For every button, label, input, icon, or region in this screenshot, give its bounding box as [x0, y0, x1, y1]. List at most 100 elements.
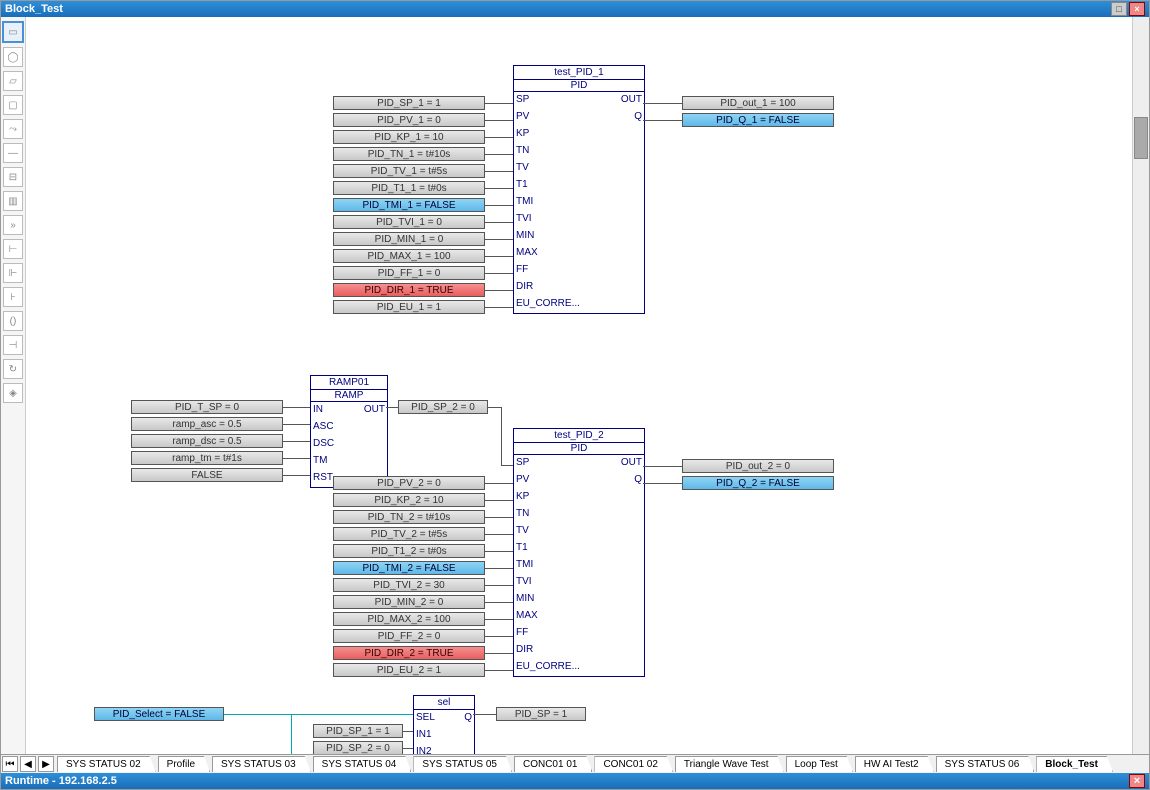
body: ▭ ◯ ▱ ▢ ⤳ — ⊟ ▥ » ⊢ ⊩ ⊦ () ⊣ ↻ ◈ test_PI…: [1, 17, 1149, 754]
value-box[interactable]: FALSE: [131, 468, 283, 482]
tab-sys status 02[interactable]: SYS STATUS 02: [57, 756, 156, 772]
tab-hw ai test2[interactable]: HW AI Test2: [855, 756, 934, 772]
function-block-sel1[interactable]: sel SEL IN1 IN2 Q: [413, 695, 475, 754]
tab-triangle wave test[interactable]: Triangle Wave Test: [675, 756, 784, 772]
wire: [386, 407, 398, 408]
value-box[interactable]: PID_T1_1 = t#0s: [333, 181, 485, 195]
value-box[interactable]: PID_T1_2 = t#0s: [333, 544, 485, 558]
wire: [485, 534, 513, 535]
value-box[interactable]: PID_KP_1 = 10: [333, 130, 485, 144]
wire: [485, 120, 513, 121]
value-box[interactable]: PID_DIR_1 = TRUE: [333, 283, 485, 297]
tab-sys status 06[interactable]: SYS STATUS 06: [936, 756, 1035, 772]
wire: [485, 222, 513, 223]
value-box[interactable]: PID_TVI_2 = 30: [333, 578, 485, 592]
pin-sp: SP: [516, 94, 529, 105]
close-button[interactable]: ×: [1129, 2, 1145, 16]
status-close-button[interactable]: ×: [1129, 774, 1145, 788]
value-box[interactable]: PID_MIN_1 = 0: [333, 232, 485, 246]
line-tool-icon[interactable]: —: [3, 143, 23, 163]
shape2-tool-icon[interactable]: ▢: [3, 95, 23, 115]
value-box[interactable]: PID_TVI_1 = 0: [333, 215, 485, 229]
value-box[interactable]: PID_EU_1 = 1: [333, 300, 485, 314]
value-box[interactable]: PID_TV_2 = t#5s: [333, 527, 485, 541]
vertical-scrollbar[interactable]: [1132, 17, 1149, 754]
value-box[interactable]: ramp_dsc = 0.5: [131, 434, 283, 448]
value-box[interactable]: ramp_asc = 0.5: [131, 417, 283, 431]
vbranch-tool-icon[interactable]: ⊦: [3, 287, 23, 307]
value-box[interactable]: PID_TMI_1 = FALSE: [333, 198, 485, 212]
value-box[interactable]: PID_TMI_2 = FALSE: [333, 561, 485, 575]
pin-in1: IN1: [416, 729, 432, 740]
value-box[interactable]: PID_out_2 = 0: [682, 459, 834, 473]
pin-in2: IN2: [416, 746, 432, 754]
block-name: RAMP01: [311, 376, 387, 390]
tab-profile[interactable]: Profile: [158, 756, 210, 772]
vmid-tool-icon[interactable]: ⊩: [3, 263, 23, 283]
pin-in: IN: [313, 404, 323, 415]
value-box[interactable]: PID_MAX_2 = 100: [333, 612, 485, 626]
pin-dir: DIR: [516, 281, 533, 292]
tab-nav-prev-icon[interactable]: ◀: [20, 756, 36, 772]
value-box[interactable]: PID_TN_1 = t#10s: [333, 147, 485, 161]
tab-loop test[interactable]: Loop Test: [786, 756, 853, 772]
paren-tool-icon[interactable]: (): [3, 311, 23, 331]
node-tool-icon[interactable]: ◈: [3, 383, 23, 403]
tab-nav-first-icon[interactable]: ⏮: [2, 756, 18, 772]
tab-sys status 05[interactable]: SYS STATUS 05: [413, 756, 512, 772]
value-box[interactable]: PID_Q_2 = FALSE: [682, 476, 834, 490]
function-block-ramp[interactable]: RAMP01 RAMP IN ASC DSC TM RST OUT: [310, 375, 388, 488]
pin-tm: TM: [313, 455, 327, 466]
value-box[interactable]: PID_MIN_2 = 0: [333, 595, 485, 609]
vstart-tool-icon[interactable]: ⊢: [3, 239, 23, 259]
hline-tool-icon[interactable]: ⊟: [3, 167, 23, 187]
value-box[interactable]: PID_PV_2 = 0: [333, 476, 485, 490]
value-box[interactable]: PID_SP_1 = 1: [313, 724, 403, 738]
value-box[interactable]: PID_EU_2 = 1: [333, 663, 485, 677]
block-body: IN ASC DSC TM RST OUT: [311, 402, 387, 487]
tab-conc01 02[interactable]: CONC01 02: [594, 756, 672, 772]
value-box[interactable]: PID_PV_1 = 0: [333, 113, 485, 127]
tab-sys status 03[interactable]: SYS STATUS 03: [212, 756, 311, 772]
block-name: test_PID_2: [514, 429, 644, 443]
tab-conc01 01[interactable]: CONC01 01: [514, 756, 592, 772]
scrollbar-thumb[interactable]: [1134, 117, 1148, 159]
value-box[interactable]: PID_out_1 = 100: [682, 96, 834, 110]
value-box[interactable]: ramp_tm = t#1s: [131, 451, 283, 465]
shape-tool-icon[interactable]: ▱: [3, 71, 23, 91]
rotate-tool-icon[interactable]: ↻: [3, 359, 23, 379]
tabstrip: ⏮ ◀ ▶ SYS STATUS 02ProfileSYS STATUS 03S…: [1, 754, 1149, 773]
value-box[interactable]: PID_SP = 1: [496, 707, 586, 721]
value-box[interactable]: PID_MAX_1 = 100: [333, 249, 485, 263]
select-tool-icon[interactable]: ▭: [2, 21, 24, 43]
value-box[interactable]: PID_SP_2 = 0: [398, 400, 488, 414]
canvas-area[interactable]: test_PID_1 PID SP PV KP TN TV T1 TMI TVI…: [26, 17, 1132, 754]
value-box[interactable]: PID_DIR_2 = TRUE: [333, 646, 485, 660]
wire: [485, 568, 513, 569]
value-box[interactable]: PID_KP_2 = 10: [333, 493, 485, 507]
more-tool-icon[interactable]: »: [3, 215, 23, 235]
wire: [473, 714, 496, 715]
value-box[interactable]: PID_FF_2 = 0: [333, 629, 485, 643]
pin-eu: EU_CORRE...: [516, 298, 580, 309]
wire: [485, 188, 513, 189]
value-box[interactable]: PID_TV_1 = t#5s: [333, 164, 485, 178]
value-box[interactable]: PID_Q_1 = FALSE: [682, 113, 834, 127]
value-box[interactable]: PID_SP_1 = 1: [333, 96, 485, 110]
tab-block_test[interactable]: Block_Test: [1036, 756, 1113, 772]
tab-nav-next-icon[interactable]: ▶: [38, 756, 54, 772]
circle-tool-icon[interactable]: ◯: [3, 47, 23, 67]
maximize-button[interactable]: □: [1111, 2, 1127, 16]
connector-tool-icon[interactable]: ⤳: [3, 119, 23, 139]
bar-tool-icon[interactable]: ▥: [3, 191, 23, 211]
dash-tool-icon[interactable]: ⊣: [3, 335, 23, 355]
function-block-pid1[interactable]: test_PID_1 PID SP PV KP TN TV T1 TMI TVI…: [513, 65, 645, 314]
tab-sys status 04[interactable]: SYS STATUS 04: [313, 756, 412, 772]
value-box[interactable]: PID_SP_2 = 0: [313, 741, 403, 754]
pin-dsc: DSC: [313, 438, 334, 449]
value-box[interactable]: PID_T_SP = 0: [131, 400, 283, 414]
value-box[interactable]: PID_FF_1 = 0: [333, 266, 485, 280]
value-box[interactable]: PID_TN_2 = t#10s: [333, 510, 485, 524]
function-block-pid2[interactable]: test_PID_2 PID SP PV KP TN TV T1 TMI TVI…: [513, 428, 645, 677]
value-box[interactable]: PID_Select = FALSE: [94, 707, 224, 721]
